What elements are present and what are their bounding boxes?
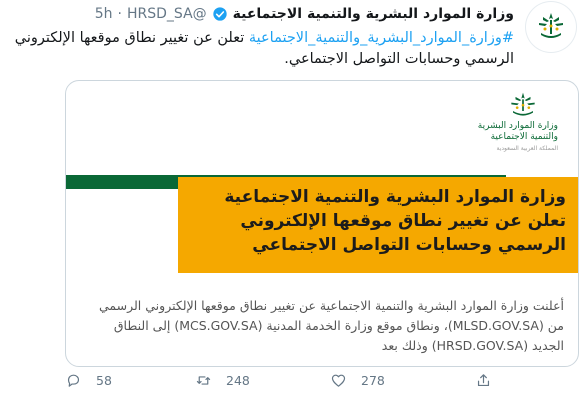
verified-badge-icon bbox=[212, 7, 227, 21]
reply-button[interactable]: 58 bbox=[65, 372, 112, 389]
like-button[interactable]: 278 bbox=[330, 372, 385, 389]
reply-icon bbox=[67, 374, 80, 387]
retweet-count: 248 bbox=[226, 373, 250, 388]
ministry-logo: وزارة الموارد البشرية والتنمية الاجتماعي… bbox=[477, 91, 558, 154]
tweet-text: #وزارة_الموارد_البشرية_والتنمية_الاجتماع… bbox=[14, 28, 514, 70]
separator-dot: · bbox=[117, 6, 122, 22]
ministry-logo-icon bbox=[539, 13, 563, 38]
logo-text-line2: والتنمية الاجتماعية bbox=[490, 132, 558, 142]
logo-text-line3: المملكة العربية السعودية bbox=[496, 145, 558, 152]
hashtag-link[interactable]: #وزارة_الموارد_البشرية_والتنمية_الاجتماع… bbox=[249, 30, 514, 46]
image-headline: وزارة الموارد البشرية والتنمية الاجتماعي… bbox=[224, 187, 566, 255]
avatar[interactable] bbox=[526, 2, 576, 52]
share-icon bbox=[477, 374, 490, 387]
tweet-header: وزارة الموارد البشرية والتنمية الاجتماعي… bbox=[95, 6, 514, 22]
tweet-image[interactable]: وزارة الموارد البشرية والتنمية الاجتماعي… bbox=[65, 80, 579, 367]
ministry-logo-mark-icon bbox=[511, 92, 535, 116]
share-button[interactable] bbox=[475, 372, 492, 389]
tweet[interactable]: وزارة الموارد البشرية والتنمية الاجتماعي… bbox=[0, 0, 586, 401]
reply-count: 58 bbox=[96, 373, 112, 388]
tweet-actions: 58 248 278 bbox=[65, 372, 515, 394]
timestamp[interactable]: 5h bbox=[95, 6, 113, 22]
image-body-text: أعلنت وزارة الموارد البشرية والتنمية الا… bbox=[98, 298, 564, 353]
retweet-button[interactable]: 248 bbox=[195, 372, 250, 389]
logo-text-line1: وزارة الموارد البشرية bbox=[477, 121, 558, 131]
display-name[interactable]: وزارة الموارد البشرية والتنمية الاجتماعي… bbox=[233, 6, 514, 22]
like-count: 278 bbox=[361, 373, 385, 388]
like-icon bbox=[331, 374, 346, 387]
handle[interactable]: @HRSD_SA bbox=[127, 6, 207, 22]
retweet-icon bbox=[196, 376, 211, 385]
headline-box: وزارة الموارد البشرية والتنمية الاجتماعي… bbox=[178, 177, 578, 273]
